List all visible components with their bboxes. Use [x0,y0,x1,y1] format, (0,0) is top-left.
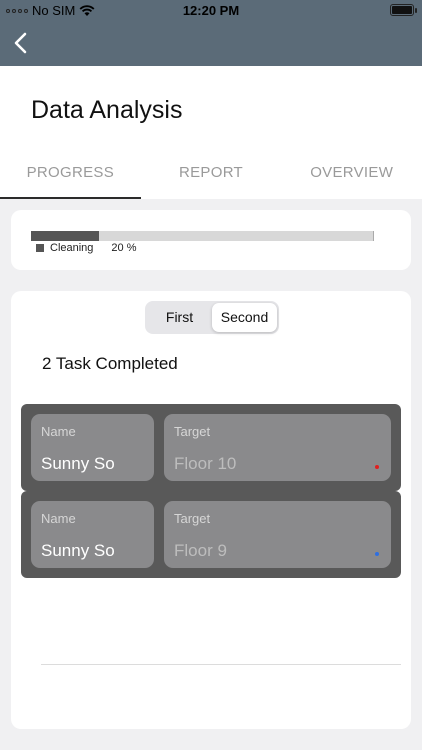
target-field-label: Target [174,511,211,526]
name-field: Name Sunny So [31,501,154,568]
progress-bar-fill [31,231,100,241]
status-time: 12:20 PM [182,3,240,18]
task-row[interactable]: Name Sunny So Target Floor 9 [21,491,401,578]
legend-percent: 20 % [111,242,137,254]
progress-card: Cleaning 20 % [11,210,411,270]
divider [41,664,401,665]
legend-swatch [36,244,44,252]
battery-icon [390,4,417,16]
page-title: Data Analysis [31,96,183,124]
navigation-bar: No SIM 12:20 PM [0,0,422,66]
page-header: Data Analysis PROGRESS REPORT OVERVIEW [0,66,422,199]
status-dot [375,465,379,469]
status-bar: No SIM 12:20 PM [0,0,422,22]
status-dot [375,552,379,556]
task-list: Name Sunny So Target Floor 10 Name Sunny… [21,404,401,578]
target-field: Target Floor 10 [164,414,391,481]
segment-first[interactable]: First [147,303,212,332]
tab-bar: PROGRESS REPORT OVERVIEW [0,154,422,199]
target-field-label: Target [174,424,211,439]
tab-progress[interactable]: PROGRESS [0,154,141,199]
task-row[interactable]: Name Sunny So Target Floor 10 [21,404,401,491]
progress-legend: Cleaning 20 % [36,242,137,254]
segment-second[interactable]: Second [212,303,277,332]
tasks-completed-label: 2 Task Completed [42,354,178,373]
tab-report[interactable]: REPORT [141,154,282,199]
name-field-value: Sunny So [41,541,115,560]
progress-bar [31,231,374,241]
segmented-control: First Second [145,301,279,334]
tab-overview[interactable]: OVERVIEW [281,154,422,199]
name-field-label: Name [41,511,76,526]
name-field: Name Sunny So [31,414,154,481]
target-field-value: Floor 9 [174,541,227,560]
name-field-label: Name [41,424,76,439]
target-field-value: Floor 10 [174,454,237,473]
back-chevron-icon[interactable] [8,28,36,58]
legend-label: Cleaning [50,242,94,254]
target-field: Target Floor 9 [164,501,391,568]
tasks-card: First Second 2 Task Completed Name Sunny… [11,291,411,729]
name-field-value: Sunny So [41,454,115,473]
